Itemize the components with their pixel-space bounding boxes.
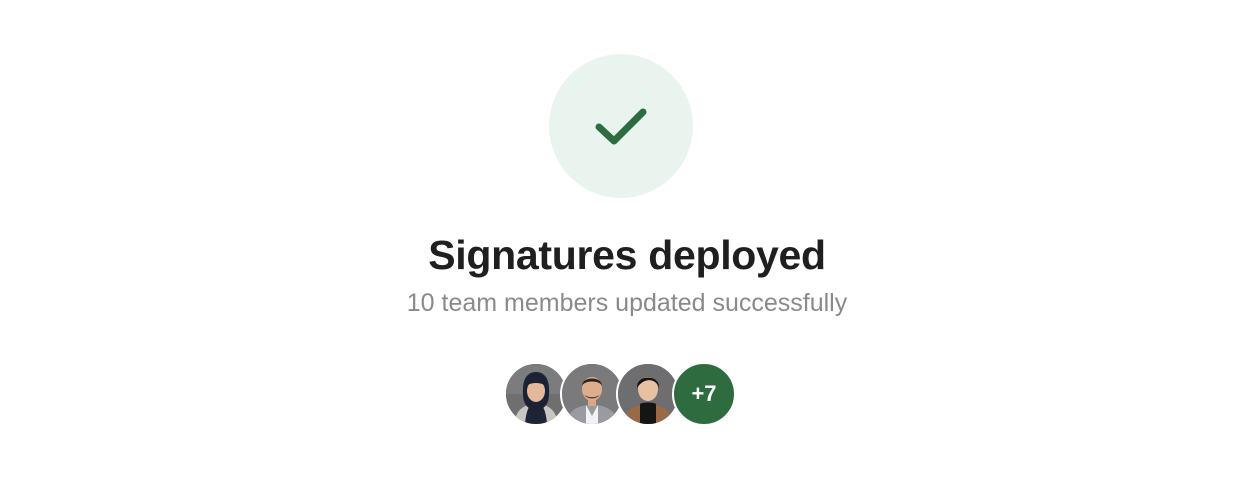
success-panel: Signatures deployed 10 team members upda… xyxy=(0,0,1254,488)
success-badge xyxy=(549,54,693,198)
person-photo-icon xyxy=(618,364,678,424)
checkmark-icon xyxy=(595,108,647,145)
avatar xyxy=(560,362,624,426)
page-title: Signatures deployed xyxy=(428,232,826,278)
page-subtitle: 10 team members updated successfully xyxy=(406,289,848,317)
person-photo-icon xyxy=(506,364,566,424)
avatar xyxy=(504,362,568,426)
person-photo-icon xyxy=(562,364,622,424)
avatar xyxy=(616,362,680,426)
more-members-badge[interactable]: +7 xyxy=(672,362,736,426)
avatar-stack: +7 xyxy=(504,362,740,426)
